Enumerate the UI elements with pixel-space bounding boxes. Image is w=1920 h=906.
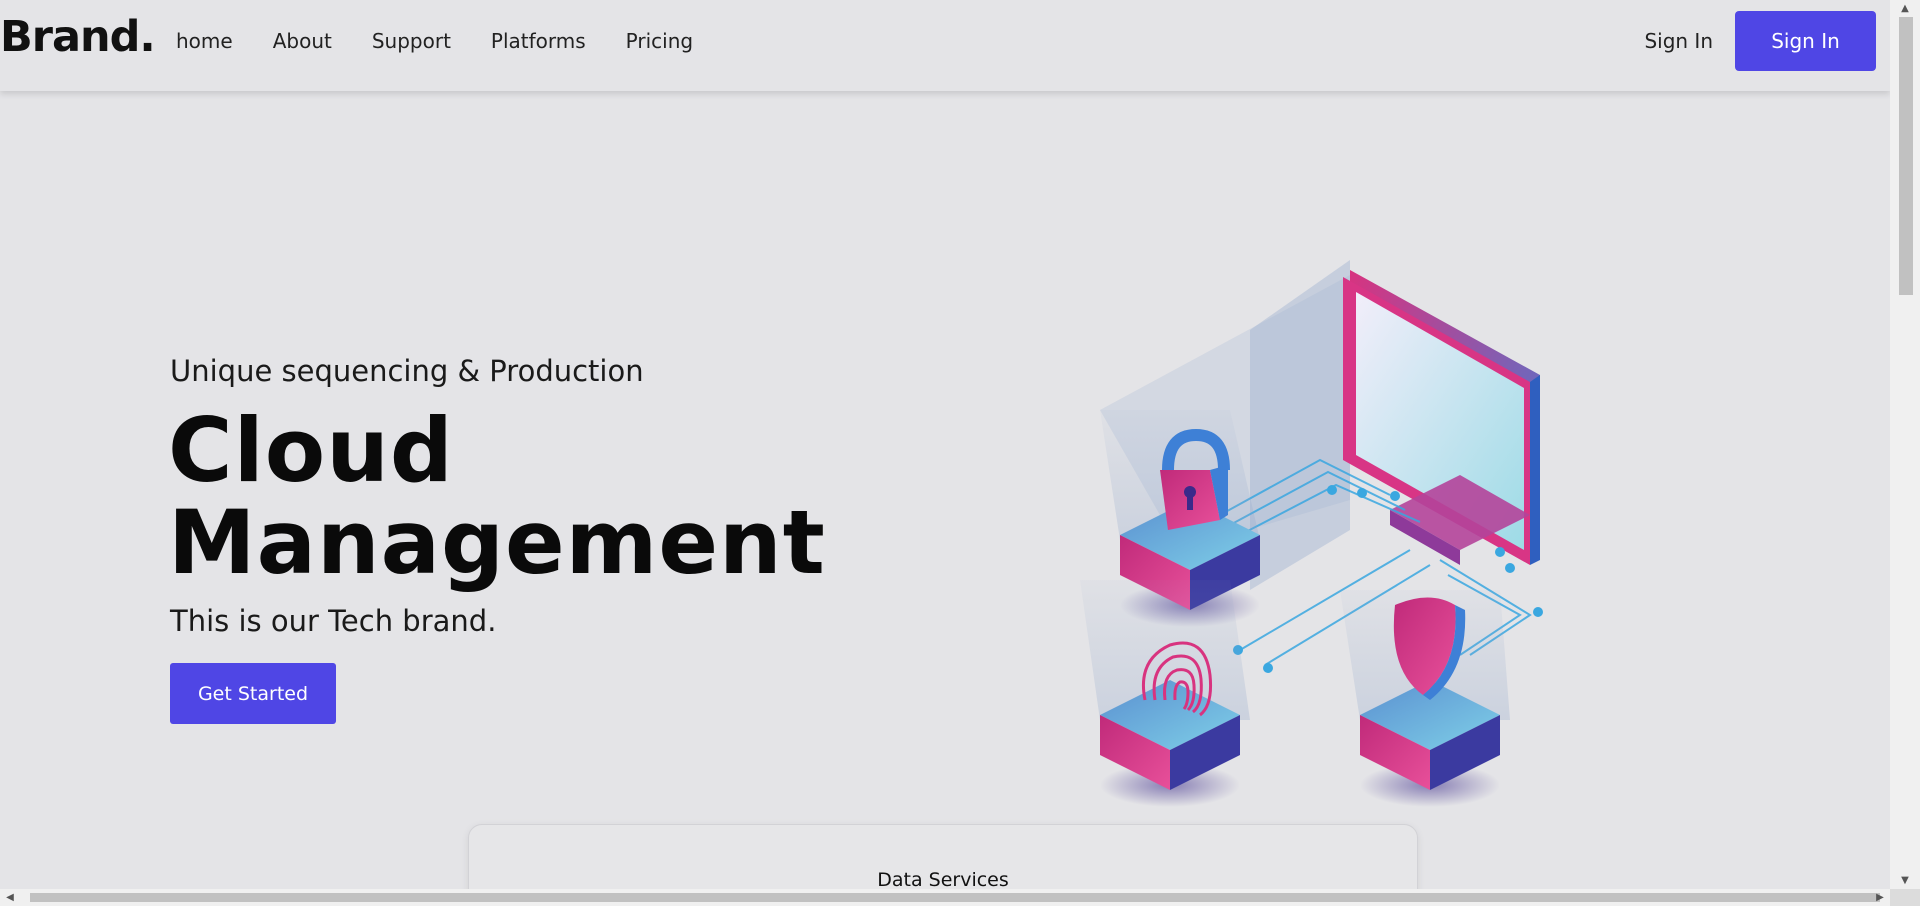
navbar: Brand. home About Support Platforms Pric… (0, 0, 1890, 91)
horizontal-scrollbar[interactable]: ◀ ▶ (0, 889, 1890, 906)
scrollbar-corner (1890, 889, 1920, 906)
hero-subtitle: Unique sequencing & Production (170, 354, 644, 388)
scroll-down-icon[interactable]: ▼ (1890, 872, 1920, 889)
vertical-scroll-thumb[interactable] (1899, 17, 1913, 295)
nav-link-about[interactable]: About (273, 29, 332, 53)
hero-description: This is our Tech brand. (170, 604, 497, 638)
service-card[interactable]: Data Services (468, 824, 1418, 889)
signin-link[interactable]: Sign In (1644, 29, 1713, 53)
hero-title: Cloud Management (168, 405, 826, 589)
brand-logo[interactable]: Brand. (0, 16, 156, 59)
get-started-button[interactable]: Get Started (170, 663, 336, 724)
hero-title-line1: Cloud (168, 399, 454, 502)
nav-link-platforms[interactable]: Platforms (491, 29, 586, 53)
card-title: Data Services (877, 869, 1009, 889)
hero-title-line2: Management (168, 491, 826, 594)
scroll-right-icon[interactable]: ▶ (1870, 889, 1890, 906)
security-illustration (1080, 260, 1543, 807)
horizontal-scroll-thumb[interactable] (30, 893, 1880, 902)
nav-link-support[interactable]: Support (372, 29, 451, 53)
nav-link-pricing[interactable]: Pricing (626, 29, 693, 53)
scroll-up-icon[interactable]: ▲ (1890, 0, 1920, 17)
monitor-icon (1343, 270, 1540, 565)
scroll-left-icon[interactable]: ◀ (0, 889, 20, 906)
nav-link-home[interactable]: home (176, 29, 233, 53)
main-nav: home About Support Platforms Pricing (176, 29, 733, 53)
signin-button[interactable]: Sign In (1735, 11, 1876, 71)
page-viewport: Brand. home About Support Platforms Pric… (0, 0, 1890, 889)
vertical-scrollbar[interactable]: ▲ ▼ (1890, 0, 1920, 889)
